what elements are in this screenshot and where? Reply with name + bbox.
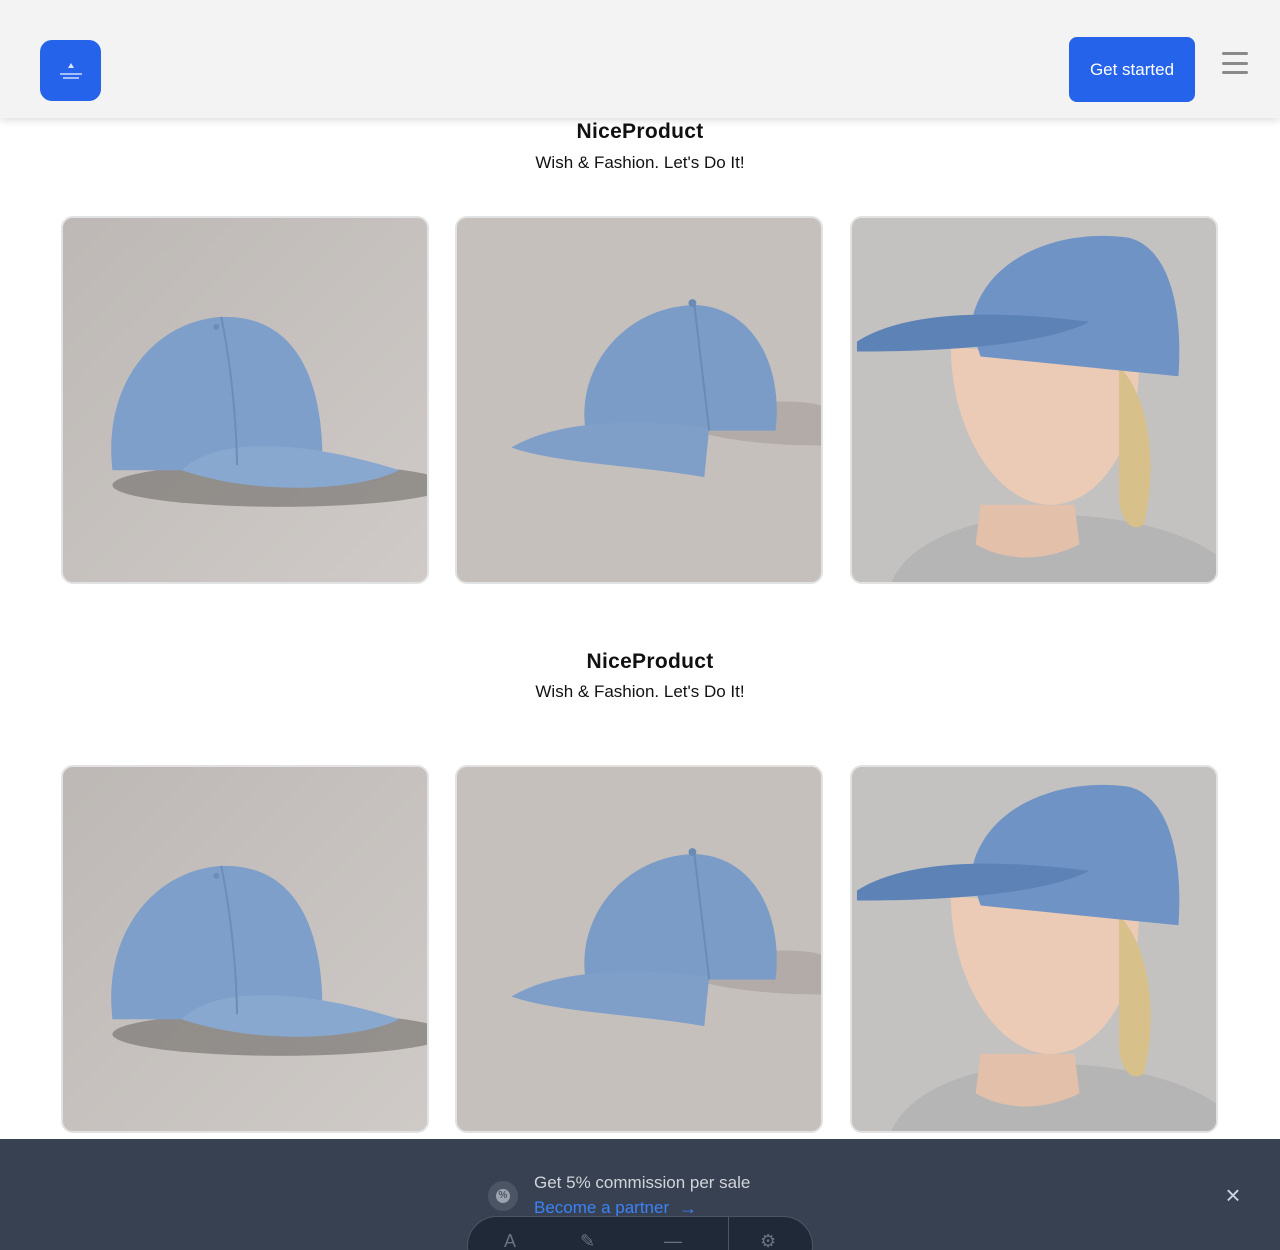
get-started-button[interactable]: Get started: [1069, 37, 1195, 102]
product-image-cap-left[interactable]: [61, 216, 429, 584]
section-title: NiceProduct: [586, 650, 714, 673]
slider-tool-icon[interactable]: —: [664, 1231, 682, 1250]
banner-text: Get 5% commission per sale: [534, 1173, 751, 1192]
hamburger-menu-icon[interactable]: [1222, 52, 1248, 74]
product-image-cap-center[interactable]: [455, 216, 823, 584]
settings-icon[interactable]: ⚙: [760, 1231, 776, 1250]
product-image-cap-model[interactable]: [850, 765, 1218, 1133]
product-image-cap-model[interactable]: [850, 216, 1218, 584]
percent-badge-icon: %: [488, 1181, 518, 1211]
close-icon[interactable]: ×: [1222, 1182, 1244, 1208]
product-image-cap-left[interactable]: [61, 765, 429, 1133]
section-title: NiceProduct: [576, 120, 704, 143]
section-subtitle: Wish & Fashion. Let's Do It!: [535, 153, 745, 172]
site-header: Get started: [0, 0, 1280, 118]
brush-tool-icon[interactable]: ✎: [580, 1231, 595, 1250]
logo-icon[interactable]: [40, 40, 101, 101]
text-tool-icon[interactable]: A: [504, 1231, 516, 1250]
become-partner-label: Become a partner: [534, 1198, 670, 1217]
section-subtitle: Wish & Fashion. Let's Do It!: [535, 682, 745, 701]
become-partner-link[interactable]: Become a partner →: [534, 1198, 697, 1218]
product-image-cap-center[interactable]: [455, 765, 823, 1133]
arrow-right-icon: →: [679, 1198, 698, 1218]
floating-toolbar: A ✎ — ⚙: [467, 1216, 813, 1250]
toolbar-divider: [728, 1217, 729, 1250]
